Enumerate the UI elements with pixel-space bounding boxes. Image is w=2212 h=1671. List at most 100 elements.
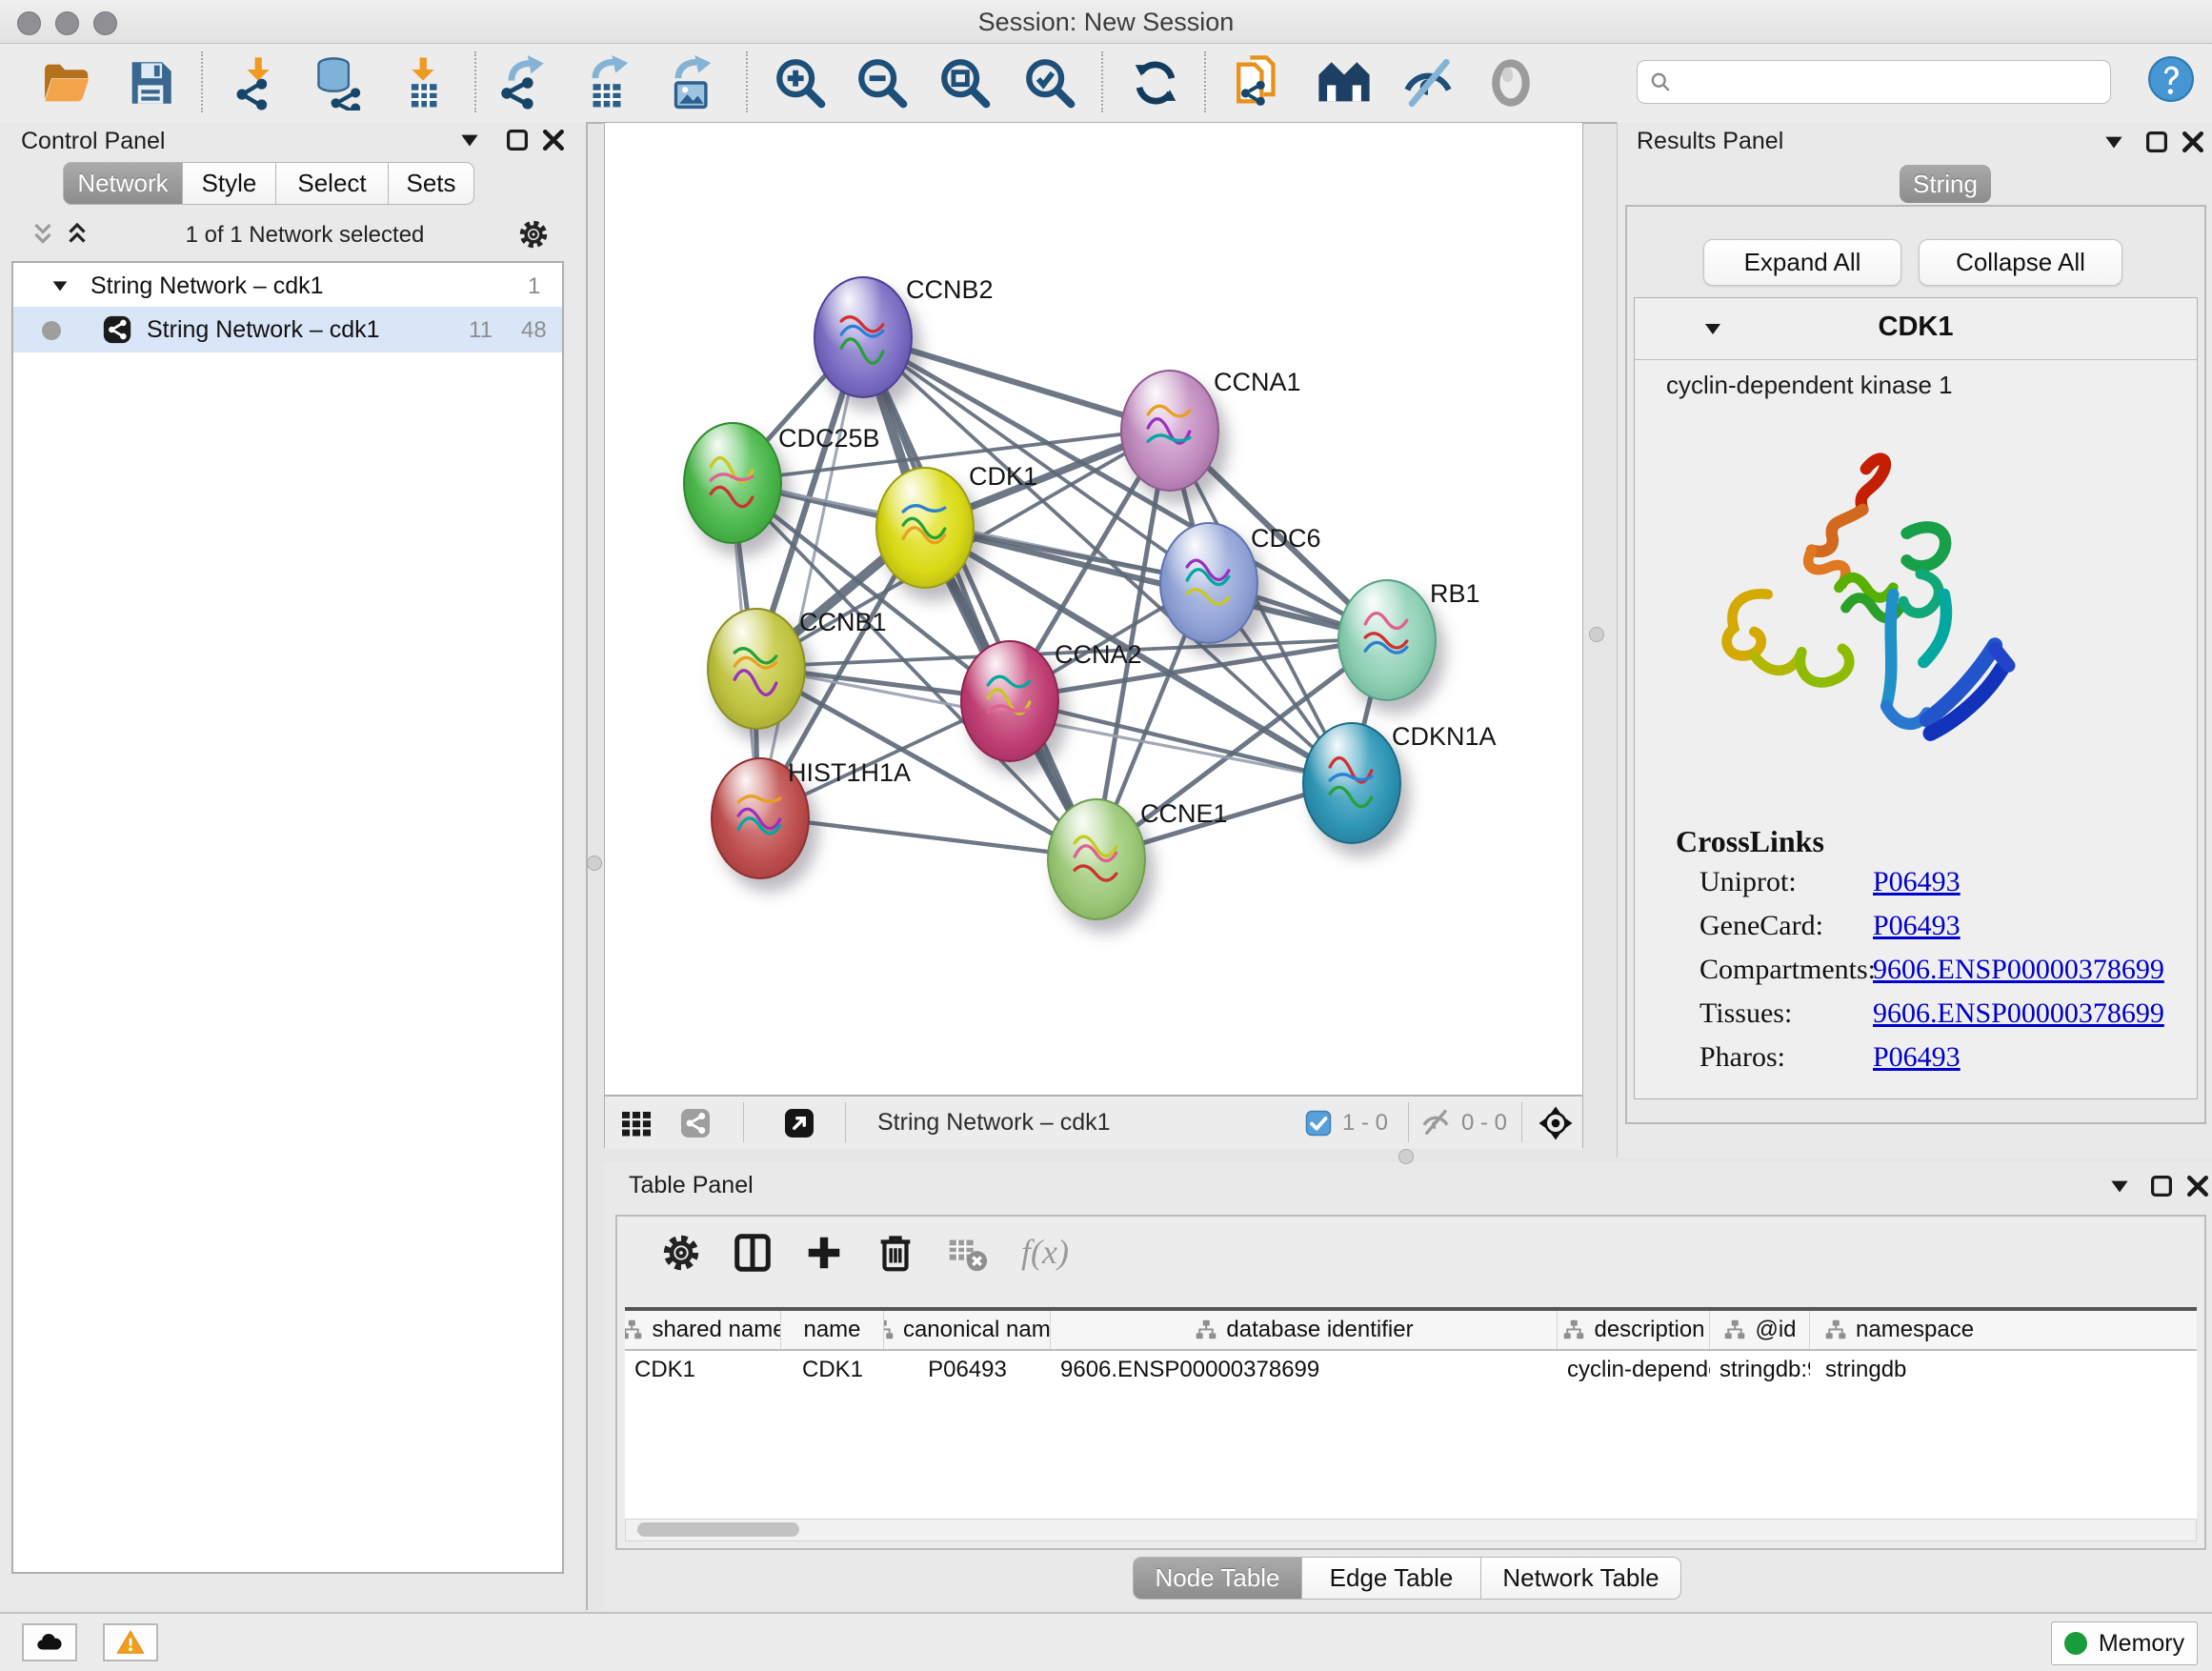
title-bar: Session: New Session [0, 0, 2212, 44]
network-collection-row[interactable]: String Network – cdk1 1 [13, 265, 562, 307]
open-file-icon[interactable] [39, 55, 94, 111]
save-session-icon[interactable] [123, 55, 178, 111]
tab-string[interactable]: String [1900, 165, 1991, 203]
apply-layout-icon[interactable] [1128, 55, 1183, 111]
expand-all-networks-icon[interactable] [63, 220, 91, 249]
show-all-icon[interactable] [1483, 55, 1538, 111]
column-header[interactable]: namespace [1856, 1317, 1974, 1343]
network-node-ccnb2[interactable] [814, 276, 913, 398]
tab-node-table[interactable]: Node Table [1133, 1557, 1302, 1600]
birds-eye-view-icon[interactable] [1537, 1104, 1575, 1142]
network-node-cdc25b[interactable] [683, 422, 782, 544]
horizontal-splitter-handle[interactable] [1398, 1149, 1414, 1164]
panel-menu-icon[interactable] [457, 128, 482, 152]
cdk1-entry-header[interactable]: CDK1 [1635, 298, 2197, 360]
collapse-all-networks-icon[interactable] [29, 220, 57, 249]
delete-table-icon [945, 1231, 989, 1275]
network-node-cdk1[interactable] [875, 467, 975, 589]
cell-database-identifier: 9606.ENSP00000378699 [1051, 1351, 1558, 1389]
collapse-all-button[interactable]: Collapse All [1919, 239, 2122, 286]
network-node-ccnb1[interactable] [707, 608, 806, 730]
detach-view-icon[interactable] [782, 1106, 816, 1140]
memory-button[interactable]: Memory [2051, 1621, 2198, 1665]
warning-button[interactable] [103, 1623, 158, 1661]
main-toolbar [0, 44, 2212, 124]
float-panel-icon[interactable] [2147, 1172, 2176, 1200]
selected-checkbox-icon[interactable] [1304, 1109, 1333, 1137]
crosslink-link[interactable]: P06493 [1873, 910, 1961, 942]
new-network-from-selection-icon[interactable] [1232, 55, 1287, 111]
network-overview-icon[interactable] [619, 1106, 654, 1140]
network-row[interactable]: String Network – cdk1 11 48 [13, 307, 562, 352]
add-column-icon[interactable] [802, 1231, 846, 1275]
column-header[interactable]: @id [1755, 1317, 1796, 1343]
panel-menu-icon[interactable] [2101, 130, 2126, 154]
network-node-ccna1[interactable] [1120, 370, 1219, 492]
vertical-splitter-handle[interactable] [587, 856, 602, 871]
tab-select[interactable]: Select [276, 162, 389, 205]
show-columns-icon[interactable] [731, 1231, 774, 1275]
hidden-eye-icon[interactable] [1419, 1106, 1452, 1138]
import-table-icon[interactable] [395, 55, 451, 111]
tab-edge-table[interactable]: Edge Table [1302, 1557, 1481, 1600]
network-node-cdc6[interactable] [1159, 522, 1258, 644]
column-type-icon [1823, 1318, 1848, 1342]
column-header[interactable]: canonical name [903, 1317, 1051, 1343]
network-node-ccna2[interactable] [960, 640, 1059, 762]
export-image-icon[interactable] [662, 55, 717, 111]
import-network-file-icon[interactable] [231, 55, 286, 111]
column-header[interactable]: name [803, 1317, 860, 1343]
column-header[interactable]: description [1594, 1317, 1704, 1343]
crosslink-link[interactable]: P06493 [1873, 866, 1961, 898]
column-header[interactable]: shared name [652, 1317, 781, 1343]
network-canvas[interactable]: CCNB2CCNA1CDC25BCDK1CDC6RB1CCNB1CCNA2CDK… [605, 123, 1582, 1095]
tab-network[interactable]: Network [63, 162, 183, 205]
export-network-icon[interactable] [495, 55, 551, 111]
help-button[interactable] [2147, 55, 2195, 103]
network-options-gear-icon[interactable] [516, 217, 551, 252]
crosslink-row: Pharos: P06493 [1699, 1041, 2176, 1074]
cloud-button[interactable] [22, 1623, 77, 1661]
export-table-icon[interactable] [579, 55, 634, 111]
tab-style[interactable]: Style [183, 162, 276, 205]
zoom-selected-icon[interactable] [1022, 55, 1077, 111]
network-type-icon[interactable] [678, 1106, 713, 1140]
separator [743, 1102, 744, 1142]
network-node-ccne1[interactable] [1047, 798, 1146, 920]
zoom-out-icon[interactable] [855, 55, 910, 111]
column-header[interactable]: database identifier [1226, 1317, 1413, 1343]
panel-menu-icon[interactable] [2107, 1174, 2132, 1198]
zoom-fit-icon[interactable] [937, 55, 993, 111]
network-node-rb1[interactable] [1337, 579, 1437, 701]
network-node-cdkn1a[interactable] [1302, 722, 1401, 844]
import-network-database-icon[interactable] [311, 55, 366, 111]
zoom-in-icon[interactable] [773, 55, 828, 111]
scrollbar-thumb[interactable] [637, 1522, 799, 1537]
table-header-row: shared name name canonical name database… [625, 1311, 2197, 1351]
float-panel-icon[interactable] [2142, 128, 2171, 156]
expand-all-button[interactable]: Expand All [1703, 239, 1901, 286]
tab-sets[interactable]: Sets [389, 162, 474, 205]
close-panel-icon[interactable] [2183, 1172, 2212, 1200]
crosslink-link[interactable]: P06493 [1873, 1041, 1961, 1074]
current-network-name: String Network – cdk1 [877, 1109, 1111, 1137]
crosslink-link[interactable]: 9606.ENSP00000378699 [1873, 954, 2164, 986]
close-panel-icon[interactable] [2179, 128, 2207, 156]
crosslink-link[interactable]: 9606.ENSP00000378699 [1873, 997, 2164, 1030]
table-row[interactable]: CDK1 CDK1 P06493 9606.ENSP00000378699 cy… [625, 1351, 2197, 1389]
string-results-box: Expand All Collapse All CDK1 cyclin-depe… [1625, 205, 2206, 1124]
hide-selected-icon[interactable] [1400, 55, 1456, 111]
first-neighbors-icon[interactable] [1317, 55, 1372, 111]
search-input[interactable] [1681, 65, 2104, 99]
close-panel-icon[interactable] [539, 126, 568, 154]
tree-expander-icon[interactable] [50, 275, 70, 296]
tab-network-table[interactable]: Network Table [1481, 1557, 1681, 1600]
delete-column-icon[interactable] [874, 1231, 917, 1275]
network-edge[interactable] [758, 335, 861, 816]
horizontal-scrollbar[interactable] [625, 1519, 2197, 1541]
crosslinks-title: CrossLinks [1676, 824, 1824, 859]
toolbar-separator [201, 51, 203, 112]
float-panel-icon[interactable] [503, 126, 532, 154]
vertical-splitter-handle[interactable] [1589, 627, 1604, 642]
table-options-gear-icon[interactable] [659, 1231, 703, 1275]
